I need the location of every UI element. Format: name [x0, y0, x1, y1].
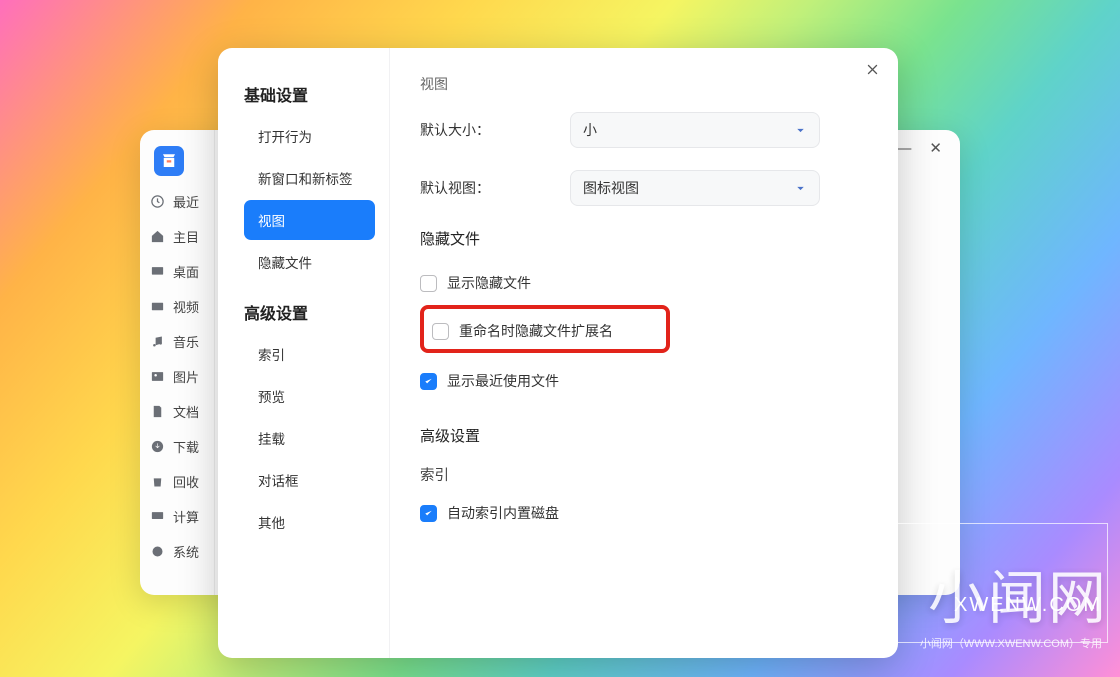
checkbox-icon[interactable] [420, 373, 437, 390]
select-default-view[interactable]: 图标视图 [570, 170, 820, 206]
sidebar-item-music[interactable]: 音乐 [140, 324, 214, 359]
watermark-domain: XWENW.COM [954, 594, 1102, 617]
dialog-close-button[interactable] [865, 62, 880, 82]
sidebar-item-video[interactable]: 视频 [140, 289, 214, 324]
nav-item-other[interactable]: 其他 [244, 502, 375, 542]
sidebar-item-pictures[interactable]: 图片 [140, 359, 214, 394]
select-default-size[interactable]: 小 [570, 112, 820, 148]
nav-item-mount[interactable]: 挂载 [244, 418, 375, 458]
sidebar-item-label: 最近 [173, 192, 199, 211]
nav-group-advanced-title: 高级设置 [244, 300, 375, 324]
nav-item-view[interactable]: 视图 [244, 200, 375, 240]
chevron-down-icon [794, 124, 807, 137]
label-default-view: 默认视图： [420, 178, 570, 198]
checkbox-label: 自动索引内置磁盘 [447, 503, 559, 523]
sidebar-item-downloads[interactable]: 下载 [140, 429, 214, 464]
close-button[interactable]: ✕ [929, 139, 942, 157]
minimize-button[interactable]: — [896, 140, 911, 157]
sidebar-item-label: 回收 [173, 472, 199, 491]
checkbox-label: 显示最近使用文件 [447, 371, 559, 391]
sidebar-item-computer[interactable]: 计算 [140, 499, 214, 534]
checkbox-show-recent[interactable]: 显示最近使用文件 [420, 365, 868, 403]
checkbox-icon[interactable] [420, 275, 437, 292]
partial-heading-view: 视图 [420, 74, 868, 94]
checkbox-icon[interactable] [420, 505, 437, 522]
settings-nav: 基础设置 打开行为 新窗口和新标签 视图 隐藏文件 高级设置 索引 预览 挂载 … [218, 48, 390, 658]
checkbox-auto-index[interactable]: 自动索引内置磁盘 [420, 497, 868, 535]
nav-item-open-behavior[interactable]: 打开行为 [244, 116, 375, 156]
nav-group-basic-title: 基础设置 [244, 82, 375, 106]
select-value: 小 [583, 120, 597, 140]
checkbox-hide-ext-on-rename[interactable]: 重命名时隐藏文件扩展名 [432, 317, 658, 345]
checkbox-show-hidden[interactable]: 显示隐藏文件 [420, 267, 868, 305]
settings-content: 视图 默认大小： 小 默认视图： 图标视图 隐藏文件 显示隐藏文件 重命名时隐藏… [390, 48, 898, 658]
highlight-annotation: 重命名时隐藏文件扩展名 [420, 305, 670, 353]
sidebar-item-label: 主目 [173, 227, 199, 246]
settings-dialog: 基础设置 打开行为 新窗口和新标签 视图 隐藏文件 高级设置 索引 预览 挂载 … [218, 48, 898, 658]
row-default-size: 默认大小： 小 [420, 112, 868, 148]
section-hidden-files-title: 隐藏文件 [420, 228, 868, 249]
chevron-down-icon [794, 182, 807, 195]
sidebar-item-label: 图片 [173, 367, 199, 386]
app-logo-icon [154, 146, 184, 176]
row-default-view: 默认视图： 图标视图 [420, 170, 868, 206]
sidebar-item-label: 音乐 [173, 332, 199, 351]
sidebar-item-recent[interactable]: 最近 [140, 184, 214, 219]
nav-item-hidden-files[interactable]: 隐藏文件 [244, 242, 375, 282]
sidebar-item-label: 系统 [173, 542, 199, 561]
file-manager-sidebar: 最近 主目 桌面 视频 音乐 图片 文档 下载 回收 计算 系统 [140, 130, 215, 595]
sidebar-item-desktop[interactable]: 桌面 [140, 254, 214, 289]
watermark-footer: 小闻网（WWW.XWENW.COM）专用 [920, 635, 1102, 651]
subsection-index-title: 索引 [420, 464, 868, 485]
sidebar-item-documents[interactable]: 文档 [140, 394, 214, 429]
section-advanced-title: 高级设置 [420, 425, 868, 446]
checkbox-icon[interactable] [432, 323, 449, 340]
label-default-size: 默认大小： [420, 120, 570, 140]
sidebar-item-label: 桌面 [173, 262, 199, 281]
nav-item-index[interactable]: 索引 [244, 334, 375, 374]
sidebar-item-system-disk[interactable]: 系统 [140, 534, 214, 569]
sidebar-item-label: 下载 [173, 437, 199, 456]
checkbox-label: 重命名时隐藏文件扩展名 [459, 321, 613, 341]
checkbox-label: 显示隐藏文件 [447, 273, 531, 293]
sidebar-item-label: 视频 [173, 297, 199, 316]
nav-item-new-window-tab[interactable]: 新窗口和新标签 [244, 158, 375, 198]
select-value: 图标视图 [583, 178, 639, 198]
nav-item-dialog[interactable]: 对话框 [244, 460, 375, 500]
sidebar-item-trash[interactable]: 回收 [140, 464, 214, 499]
sidebar-item-label: 计算 [173, 507, 199, 526]
sidebar-item-home[interactable]: 主目 [140, 219, 214, 254]
sidebar-item-label: 文档 [173, 402, 199, 421]
nav-item-preview[interactable]: 预览 [244, 376, 375, 416]
